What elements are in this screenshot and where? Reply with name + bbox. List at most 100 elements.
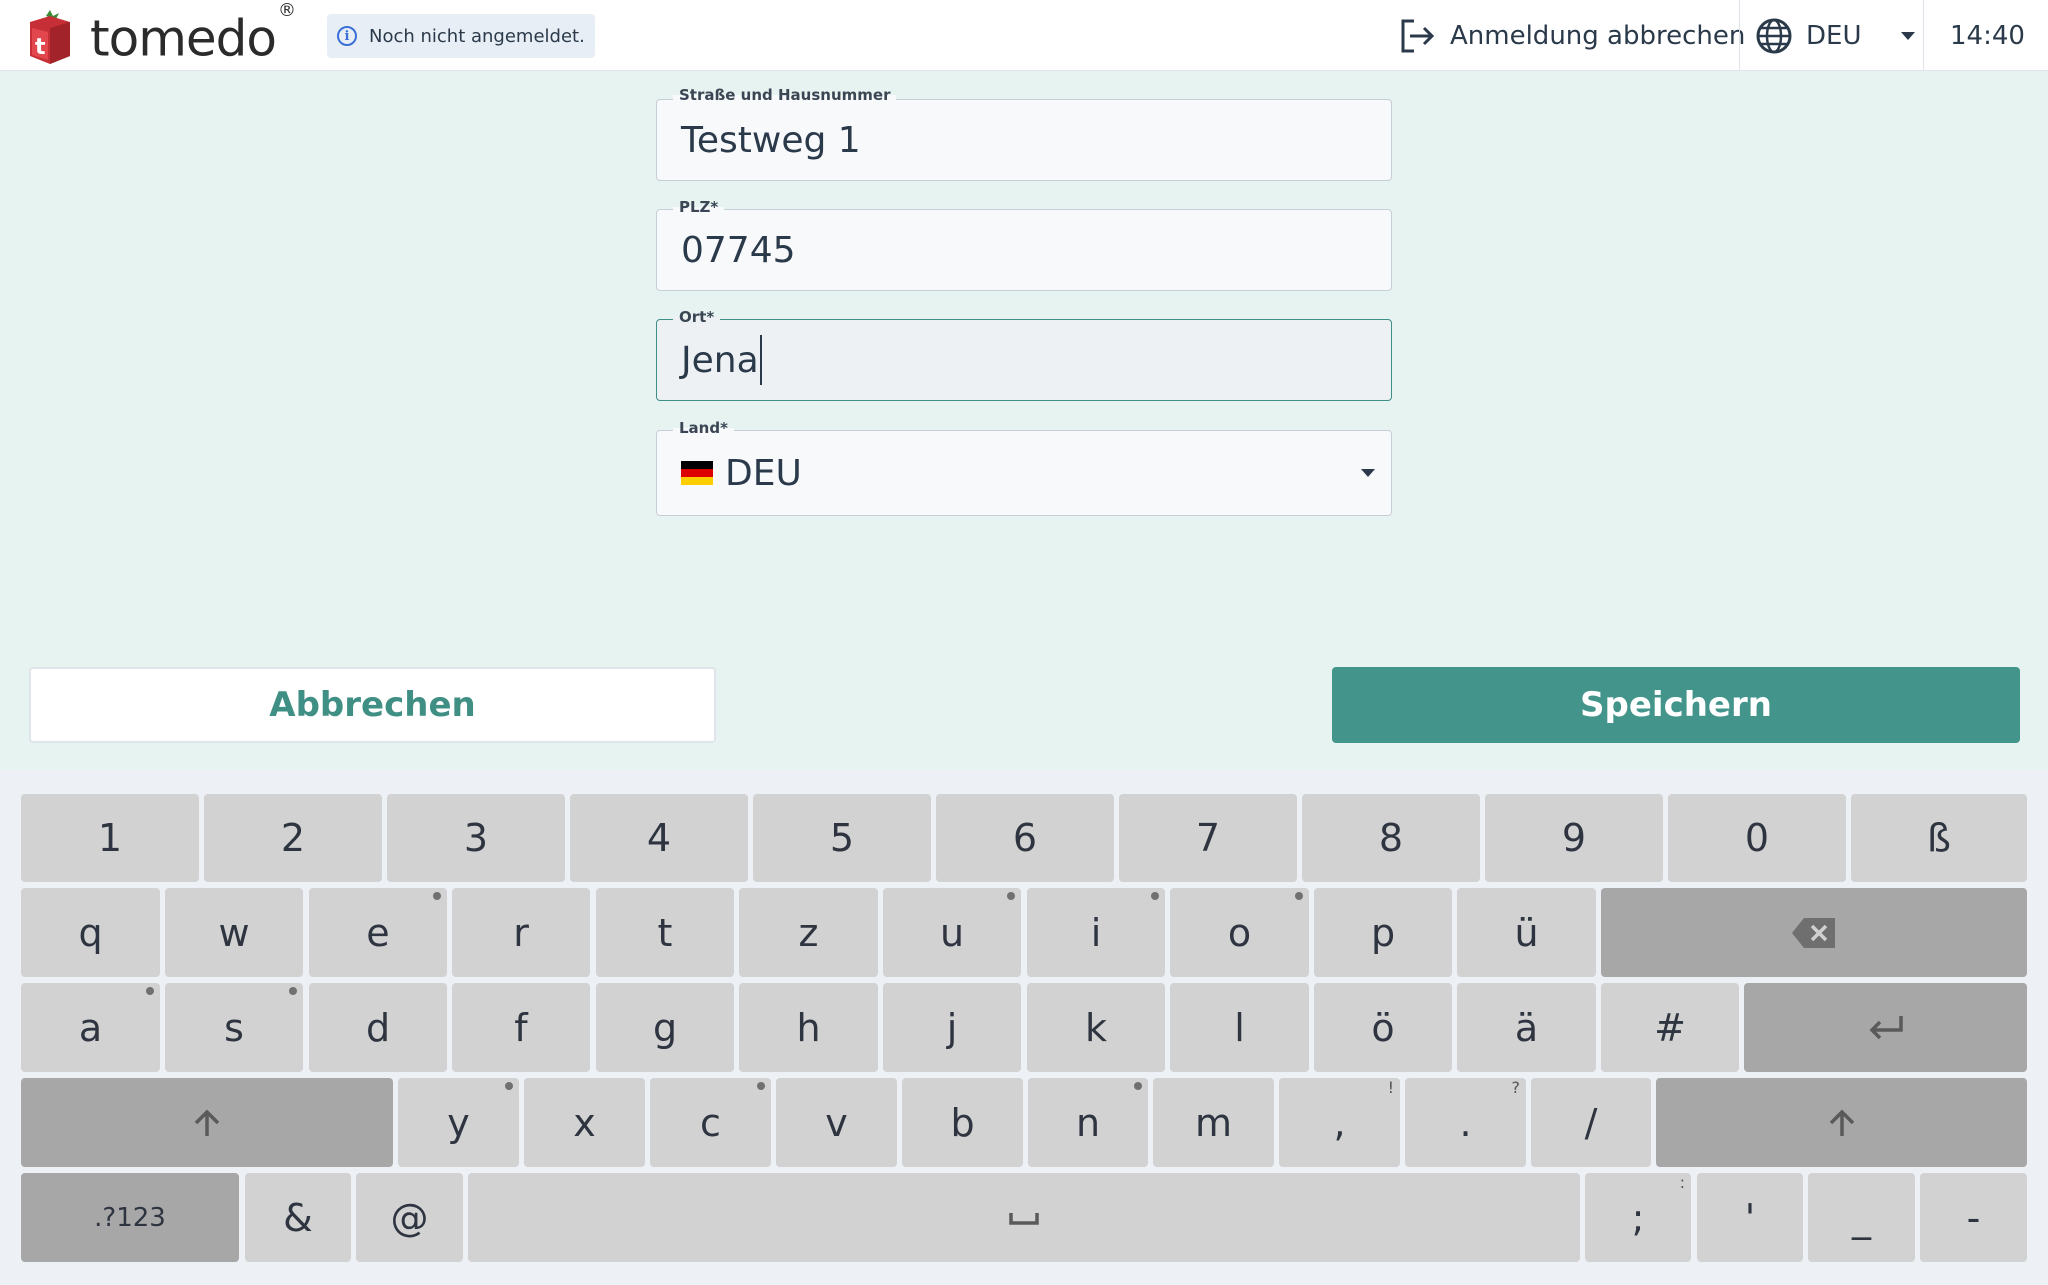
key-2[interactable]: 2: [204, 794, 382, 882]
chevron-down-icon: [1361, 469, 1375, 477]
key-label: d: [365, 1005, 391, 1050]
key-oe[interactable]: ö: [1314, 983, 1452, 1072]
city-field[interactable]: Ort* Jena: [656, 308, 1392, 401]
tomedo-logo: t tomedo ®: [26, 0, 296, 67]
text-cursor: [759, 335, 762, 385]
key-n[interactable]: n: [1028, 1078, 1148, 1167]
key-7[interactable]: 7: [1119, 794, 1297, 882]
backspace-key[interactable]: [1601, 888, 2027, 977]
on-screen-keyboard: 1 2 3 4 5 6 7 8 9 0 ß q w e r t z u i o …: [0, 770, 2048, 1285]
key-label: ;: [1631, 1195, 1645, 1240]
key-period[interactable]: ?.: [1405, 1078, 1526, 1167]
login-status-badge: i Noch nicht angemeldet.: [327, 14, 595, 58]
city-value-wrapper: Jena: [681, 320, 762, 400]
key-slash[interactable]: /: [1531, 1078, 1651, 1167]
shift-key-right[interactable]: [1656, 1078, 2027, 1167]
key-label: y: [447, 1100, 470, 1145]
country-select[interactable]: Land* DEU: [656, 419, 1392, 516]
key-label: m: [1194, 1100, 1233, 1145]
key-label: v: [825, 1100, 848, 1145]
key-label: k: [1084, 1005, 1107, 1050]
key-label: ä: [1514, 1005, 1539, 1050]
key-q[interactable]: q: [21, 888, 160, 977]
accent-indicator: [757, 1082, 765, 1090]
key-ae[interactable]: ä: [1457, 983, 1596, 1072]
chevron-down-icon: [1901, 31, 1916, 40]
language-selector[interactable]: DEU: [1756, 0, 1916, 71]
key-apostrophe[interactable]: ': [1697, 1173, 1803, 1262]
key-8[interactable]: 8: [1302, 794, 1480, 882]
key-underscore[interactable]: _: [1808, 1173, 1915, 1262]
key-d[interactable]: d: [309, 983, 447, 1072]
zip-field[interactable]: PLZ* 07745: [656, 198, 1392, 291]
key-label: h: [796, 1005, 821, 1050]
key-g[interactable]: g: [596, 983, 734, 1072]
key-h[interactable]: h: [739, 983, 878, 1072]
key-label: #: [1654, 1005, 1686, 1050]
key-label: f: [514, 1005, 528, 1050]
key-j[interactable]: j: [883, 983, 1021, 1072]
key-1[interactable]: 1: [21, 794, 199, 882]
key-label: c: [700, 1100, 721, 1145]
country-value: DEU: [725, 452, 802, 494]
clock: 14:40: [1950, 20, 2025, 51]
header-divider: [1923, 0, 1924, 71]
key-e[interactable]: e: [309, 888, 447, 977]
key-x[interactable]: x: [524, 1078, 645, 1167]
globe-icon: [1756, 18, 1792, 53]
key-v[interactable]: v: [776, 1078, 897, 1167]
space-key[interactable]: [468, 1173, 1580, 1262]
key-label: /: [1584, 1100, 1598, 1145]
key-y[interactable]: y: [398, 1078, 519, 1167]
key-l[interactable]: l: [1170, 983, 1309, 1072]
key-m[interactable]: m: [1153, 1078, 1274, 1167]
key-label: w: [218, 910, 250, 955]
key-p[interactable]: p: [1314, 888, 1452, 977]
backspace-icon: [1792, 917, 1835, 948]
street-field[interactable]: Straße und Hausnummer Testweg 1: [656, 86, 1392, 181]
key-6[interactable]: 6: [936, 794, 1114, 882]
key-i[interactable]: i: [1027, 888, 1165, 977]
enter-key[interactable]: [1744, 983, 2027, 1072]
key-eszett[interactable]: ß: [1851, 794, 2027, 882]
key-t[interactable]: t: [596, 888, 734, 977]
save-button[interactable]: Speichern: [1332, 667, 2020, 743]
key-semicolon[interactable]: :;: [1585, 1173, 1691, 1262]
key-label: q: [78, 910, 103, 955]
key-hash[interactable]: #: [1601, 983, 1739, 1072]
accent-indicator: [1134, 1082, 1142, 1090]
key-at[interactable]: @: [356, 1173, 463, 1262]
tomedo-logo-icon: t: [26, 8, 74, 64]
key-4[interactable]: 4: [570, 794, 748, 882]
key-s[interactable]: s: [165, 983, 303, 1072]
key-f[interactable]: f: [452, 983, 590, 1072]
key-r[interactable]: r: [452, 888, 590, 977]
key-a[interactable]: a: [21, 983, 160, 1072]
key-9[interactable]: 9: [1485, 794, 1663, 882]
key-c[interactable]: c: [650, 1078, 771, 1167]
accent-indicator: [1295, 892, 1303, 900]
shift-key-left[interactable]: [21, 1078, 393, 1167]
cancel-button[interactable]: Abbrechen: [29, 667, 716, 743]
key-label: ü: [1514, 910, 1539, 955]
key-3[interactable]: 3: [387, 794, 565, 882]
symbols-mode-key[interactable]: .?123: [21, 1173, 239, 1262]
key-label: g: [652, 1005, 678, 1050]
key-5[interactable]: 5: [753, 794, 931, 882]
key-label: x: [573, 1100, 596, 1145]
key-dash[interactable]: -: [1920, 1173, 2027, 1262]
key-u[interactable]: u: [883, 888, 1021, 977]
key-label: r: [513, 910, 529, 955]
cancel-login-button[interactable]: Anmeldung abbrechen: [1398, 0, 1745, 71]
key-k[interactable]: k: [1027, 983, 1165, 1072]
key-label: .: [1459, 1100, 1472, 1145]
key-w[interactable]: w: [165, 888, 303, 977]
key-b[interactable]: b: [902, 1078, 1023, 1167]
germany-flag-icon: [681, 461, 713, 485]
key-0[interactable]: 0: [1668, 794, 1846, 882]
key-o[interactable]: o: [1170, 888, 1309, 977]
key-ue[interactable]: ü: [1457, 888, 1596, 977]
key-comma[interactable]: !,: [1279, 1078, 1400, 1167]
key-z[interactable]: z: [739, 888, 878, 977]
key-ampersand[interactable]: &: [245, 1173, 351, 1262]
